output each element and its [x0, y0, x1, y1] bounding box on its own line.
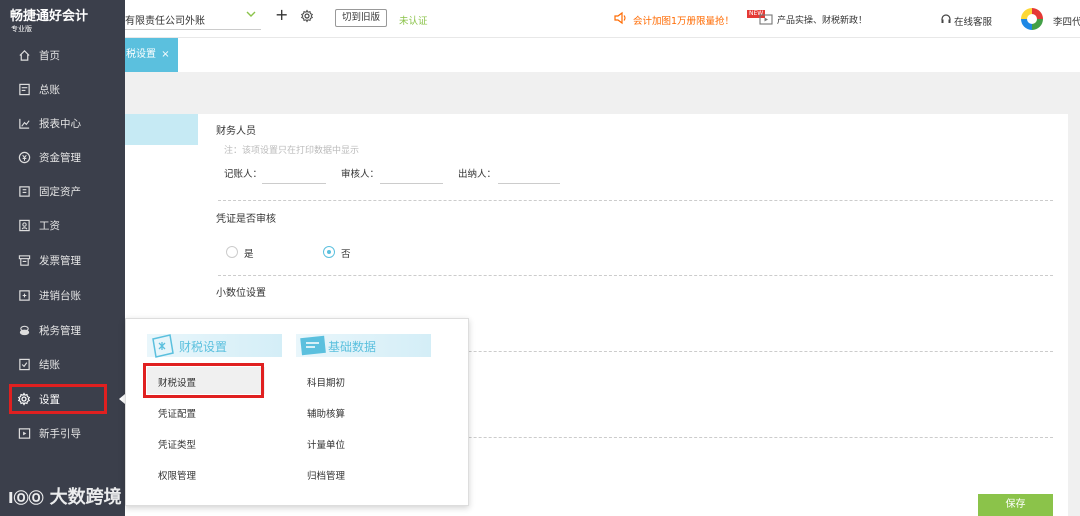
bookkeeper-label: 记账人：: [224, 169, 263, 180]
tax-icon: [17, 323, 31, 337]
headset-icon: [940, 13, 952, 28]
reviewer-label: 审核人：: [341, 169, 380, 180]
sidebar-item-salary[interactable]: 工资: [0, 208, 125, 242]
cashier-input[interactable]: [498, 183, 560, 184]
sidebar-item-fixed-assets[interactable]: 固定资产: [0, 174, 125, 208]
video-icon: [759, 14, 773, 28]
menu-item-permissions[interactable]: 权限管理: [158, 468, 196, 482]
asset-icon: [17, 184, 31, 198]
news-link[interactable]: 产品实操、财税新政！: [777, 13, 867, 26]
tab-tax-settings[interactable]: 税设置 ×: [125, 38, 178, 72]
online-service-link[interactable]: 在线客服: [954, 14, 992, 28]
sidebar-item-close-account[interactable]: 结账: [0, 347, 125, 381]
sidebar-item-tax[interactable]: 税务管理: [0, 313, 125, 347]
tab-bar: 税设置 ×: [125, 38, 1080, 72]
company-selector[interactable]: 有限责任公司外账: [125, 12, 205, 27]
sidebar-item-settings[interactable]: 设置: [0, 382, 125, 416]
menu-item-voucher-config[interactable]: 凭证配置: [158, 406, 196, 420]
sidebar-item-funds[interactable]: 资金管理: [0, 140, 125, 174]
close-account-icon: [17, 357, 31, 371]
sidebar-item-label: 报表中心: [39, 117, 81, 130]
menu-item-auxiliary[interactable]: 辅助核算: [307, 406, 345, 420]
invoice-icon: [17, 253, 31, 267]
add-icon[interactable]: +: [275, 5, 288, 24]
speaker-icon: [613, 11, 628, 28]
reviewer-input[interactable]: [380, 183, 443, 184]
review-no-label: 否: [341, 249, 351, 260]
sidebar-item-label: 发票管理: [39, 254, 81, 267]
basic-data-header: 基础数据: [296, 334, 431, 357]
settings-icon[interactable]: [300, 9, 314, 26]
watermark: ⅠⓄⓄ 大数跨境: [8, 483, 122, 509]
sidebar-item-home[interactable]: 首页: [0, 38, 125, 72]
voucher-review-title: 凭证是否审核: [216, 214, 276, 225]
top-bar: 有限责任公司外账 + 切到旧版 未认证 会计加图1万册限量抢！ NEW 产品实操…: [125, 0, 1080, 38]
review-no-radio[interactable]: [323, 246, 335, 258]
finance-staff-note: 注：该项设置只在打印数据中显示: [224, 146, 360, 156]
sidebar-item-label: 首页: [39, 49, 60, 62]
basic-data-heading: 基础数据: [328, 340, 377, 354]
company-underline: [125, 29, 261, 30]
divider: [218, 275, 1053, 276]
promo-link[interactable]: 会计加图1万册限量抢！: [633, 13, 734, 27]
sidebar-item-label: 税务管理: [39, 324, 81, 337]
menu-item-units[interactable]: 计量单位: [307, 437, 345, 451]
switch-old-version-button[interactable]: 切到旧版: [335, 9, 388, 27]
sidebar-item-label: 新手引导: [39, 427, 81, 440]
close-icon[interactable]: ×: [161, 49, 169, 60]
home-icon: [17, 48, 31, 62]
review-yes-label: 是: [244, 249, 254, 260]
settings-popup-menu: 财税设置 基础数据 财税设置 凭证配置 凭证类型 权限管理 科目期初 辅助核算 …: [125, 318, 469, 506]
menu-item-voucher-type[interactable]: 凭证类型: [158, 437, 196, 451]
bookkeeper-input[interactable]: [262, 183, 326, 184]
chart-icon: [17, 116, 31, 130]
sidebar-item-ledger[interactable]: 总账: [0, 72, 125, 106]
menu-item-opening-balance[interactable]: 科目期初: [307, 375, 345, 389]
inventory-icon: [17, 288, 31, 302]
sidebar-item-inventory[interactable]: 进销台账: [0, 278, 125, 312]
cashier-label: 出纳人：: [458, 169, 497, 180]
watermark-logo-icon: ⅠⓄⓄ: [8, 489, 44, 507]
save-button[interactable]: 保存: [978, 494, 1053, 516]
tax-settings-header: 财税设置: [147, 334, 282, 358]
review-yes-radio[interactable]: [226, 246, 238, 258]
tax-settings-icon: [150, 333, 176, 361]
watermark-text: 大数跨境: [49, 487, 122, 508]
tab-label: 税设置: [126, 49, 156, 60]
avatar[interactable]: [1021, 8, 1043, 30]
sidebar-item-guide[interactable]: 新手引导: [0, 416, 125, 450]
sidebar-item-label: 进销台账: [39, 289, 81, 302]
sidebar-item-reports[interactable]: 报表中心: [0, 106, 125, 140]
ledger-icon: [17, 82, 31, 96]
divider: [218, 200, 1053, 201]
basic-data-icon: [299, 333, 329, 361]
username[interactable]: 李四代: [1053, 14, 1080, 28]
sidebar-item-label: 总账: [39, 83, 60, 96]
sidebar-item-label: 固定资产: [39, 185, 81, 198]
menu-item-archive[interactable]: 归档管理: [307, 468, 345, 482]
guide-icon: [17, 426, 31, 440]
logo[interactable]: 畅捷通好会计 专业版: [0, 0, 125, 38]
toolbar-area: [125, 72, 1080, 112]
sidebar-item-label: 资金管理: [39, 151, 81, 164]
verify-status[interactable]: 未认证: [399, 13, 428, 27]
sidebar-item-label: 结账: [39, 358, 60, 371]
edition-label: 专业版: [11, 25, 32, 33]
chevron-down-icon[interactable]: [245, 8, 257, 23]
logo-text: 畅捷通好会计: [10, 9, 89, 24]
tax-settings-heading: 财税设置: [179, 340, 228, 354]
finance-staff-title: 财务人员: [216, 126, 256, 137]
decimal-title: 小数位设置: [216, 288, 266, 299]
money-icon: [17, 150, 31, 164]
highlight-box: [143, 363, 264, 398]
settings-nav-active-item[interactable]: [125, 114, 198, 145]
sidebar-item-label: 工资: [39, 219, 60, 232]
sidebar-item-invoice[interactable]: 发票管理: [0, 243, 125, 277]
highlight-box: [9, 384, 107, 414]
sidebar: 畅捷通好会计 专业版 首页 总账 报表中心 资金管理 固定资产 工资 发票管理 …: [0, 0, 125, 516]
salary-icon: [17, 218, 31, 232]
